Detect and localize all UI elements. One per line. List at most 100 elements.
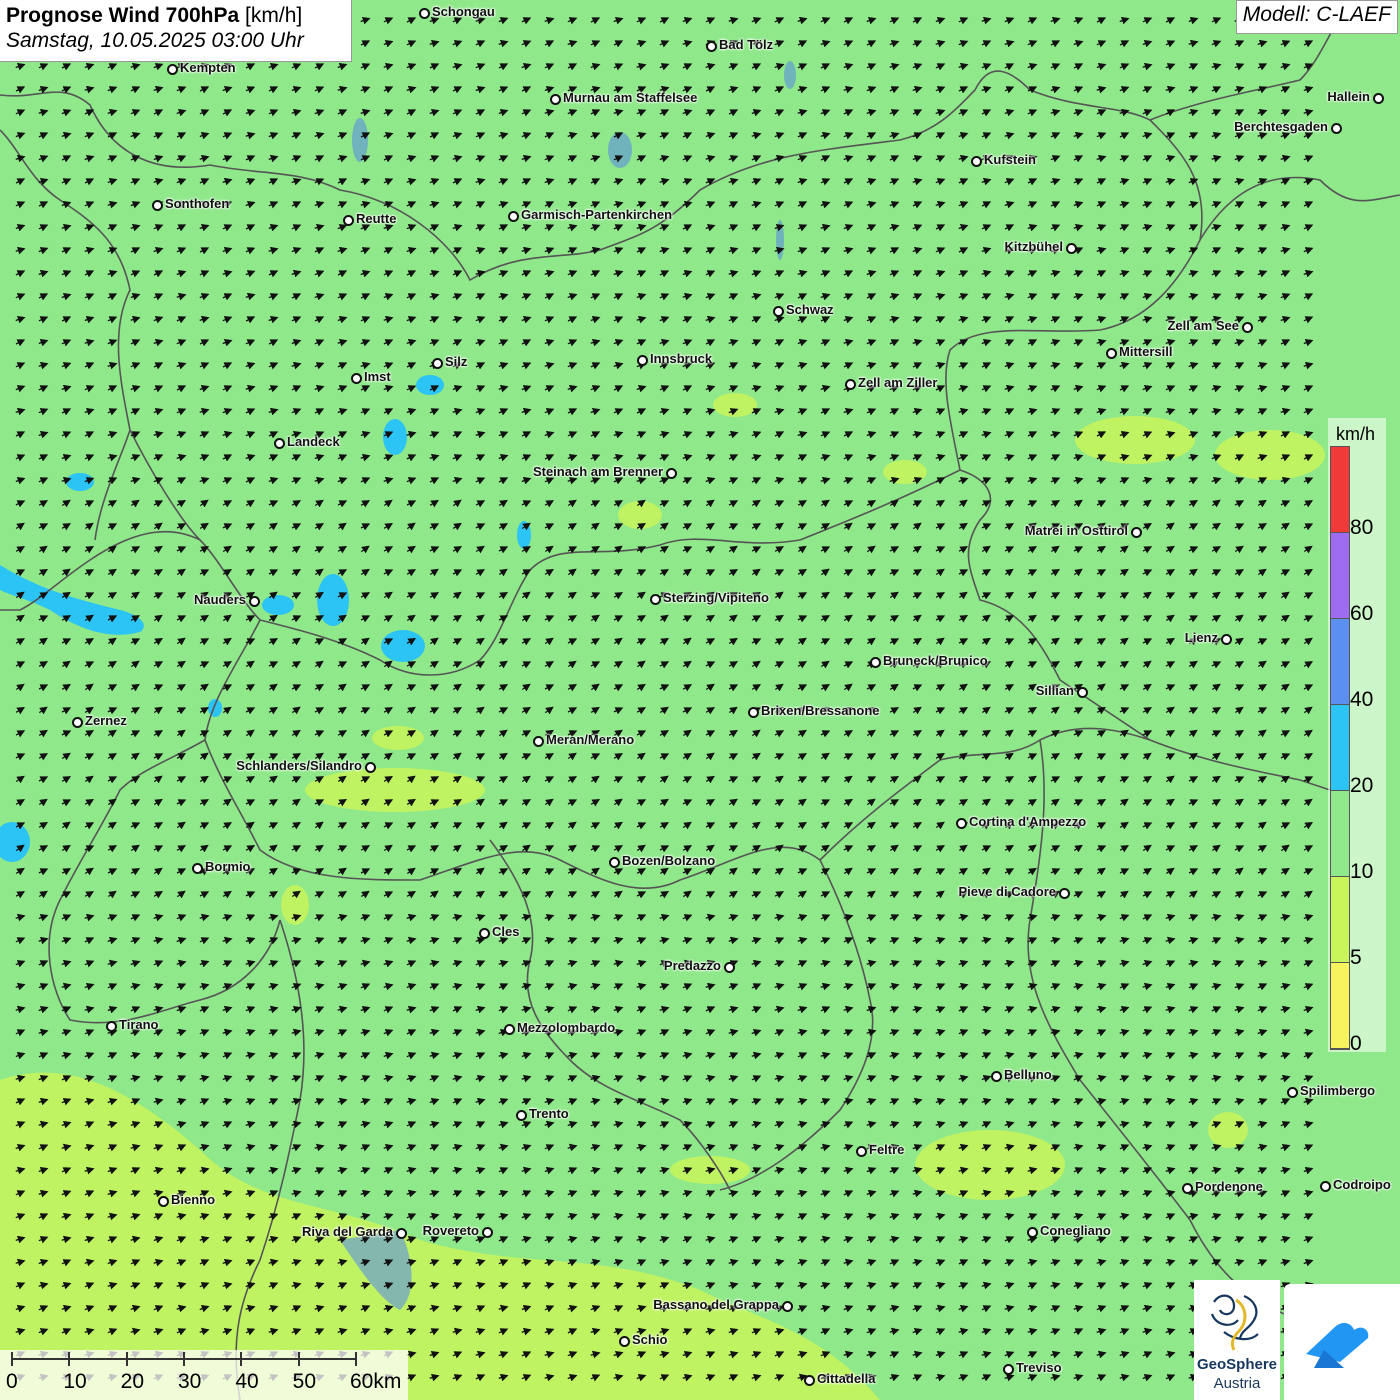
wind-arrow: [797, 16, 808, 25]
wind-arrow: [1234, 293, 1245, 301]
wind-arrow: [1004, 1259, 1015, 1267]
city-label: Nauders: [193, 592, 246, 607]
wind-arrow: [797, 684, 808, 692]
wind-arrow: [1004, 845, 1015, 853]
wind-arrow: [475, 1028, 486, 1037]
wind-arrow: [843, 960, 854, 968]
wind-arrow: [38, 201, 49, 209]
wind-arrow: [1165, 63, 1176, 71]
wind-arrow: [245, 914, 256, 922]
wind-arrow: [1027, 454, 1038, 462]
wind-arrow: [1004, 1212, 1015, 1221]
wind-arrow: [245, 362, 256, 370]
wind-arrow: [475, 545, 485, 554]
wind-arrow: [889, 1051, 900, 1060]
wind-arrow: [1004, 592, 1015, 600]
wind-arrow: [383, 178, 394, 186]
wind-arrow: [452, 1143, 463, 1152]
wind-arrow: [1211, 937, 1222, 945]
wind-arrow: [1280, 407, 1291, 416]
wind-arrow: [889, 362, 900, 370]
wind-arrow: [774, 17, 785, 25]
wind-arrow: [705, 937, 716, 945]
wind-arrow: [268, 661, 279, 669]
wind-arrow: [268, 1143, 279, 1152]
wind-arrow: [958, 86, 969, 94]
wind-arrow: [544, 1005, 555, 1014]
wind-arrow: [1211, 960, 1222, 968]
wind-arrow: [429, 1098, 440, 1106]
wind-arrow: [935, 1189, 946, 1198]
wind-arrow: [337, 270, 348, 278]
wind-arrow: [452, 638, 463, 646]
wind-arrow: [38, 684, 49, 692]
wind-arrow: [222, 316, 233, 324]
city-marker: [192, 863, 203, 874]
wind-arrow: [958, 775, 968, 784]
wind-arrow: [1165, 913, 1176, 922]
wind-arrow: [912, 822, 923, 830]
wind-arrow: [153, 430, 164, 439]
wind-arrow: [659, 1005, 670, 1014]
wind-arrow: [797, 1305, 808, 1313]
wind-arrow: [222, 177, 233, 186]
wind-arrow: [406, 500, 417, 508]
wind-arrow: [843, 1052, 854, 1060]
wind-arrow: [406, 1213, 417, 1221]
wind-arrow: [15, 707, 26, 715]
wind-arrow: [912, 638, 923, 646]
wind-arrow: [1188, 108, 1199, 117]
wind-arrow: [1004, 131, 1015, 140]
wind-arrow: [774, 522, 784, 531]
wind-arrow: [360, 16, 371, 25]
high-wind-patch: [0, 822, 30, 862]
wind-arrow: [337, 316, 348, 324]
wind-arrow: [659, 522, 669, 531]
wind-arrow: [728, 1213, 739, 1221]
map-title: Prognose Wind 700hPa [km/h]: [6, 4, 345, 28]
wind-arrow: [1050, 1097, 1061, 1106]
wind-arrow: [521, 315, 532, 324]
wind-arrow: [820, 476, 831, 485]
wind-arrow: [199, 454, 210, 462]
wind-arrow: [1050, 776, 1061, 784]
wind-arrow: [958, 17, 969, 25]
wind-arrow: [820, 1328, 831, 1336]
wind-arrow: [958, 1074, 969, 1083]
wind-arrow: [751, 1051, 762, 1060]
wind-arrow: [912, 338, 923, 347]
wind-arrow: [521, 40, 532, 48]
wind-arrow: [383, 315, 394, 324]
wind-arrow: [1280, 1074, 1291, 1083]
wind-arrow: [1096, 109, 1107, 117]
lakes: [340, 61, 796, 1310]
weather-app-logo[interactable]: [1284, 1284, 1400, 1400]
wind-arrow: [636, 384, 647, 393]
wind-arrow: [1280, 799, 1291, 807]
wind-arrow: [567, 1167, 578, 1175]
wind-arrow: [1004, 384, 1015, 393]
wind-arrow: [314, 1006, 325, 1014]
wind-arrow: [498, 983, 509, 991]
wind-arrow: [820, 39, 831, 48]
legend-bar: [1330, 446, 1350, 1050]
wind-arrow: [314, 454, 325, 462]
city-marker: [158, 1196, 169, 1207]
wind-arrow: [222, 362, 233, 370]
wind-arrow: [774, 454, 785, 462]
wind-arrow: [774, 62, 785, 71]
wind-arrow: [1004, 1051, 1015, 1060]
wind-arrow: [659, 1052, 670, 1060]
wind-arrow: [682, 39, 693, 48]
wind-arrow: [866, 637, 876, 646]
wind-arrow: [475, 40, 486, 48]
wind-arrow: [797, 293, 808, 301]
wind-arrow: [337, 891, 348, 899]
wind-arrow: [981, 684, 992, 692]
low-wind-patch: [713, 393, 757, 417]
geosphere-logo[interactable]: GeoSphere Austria: [1194, 1280, 1280, 1400]
wind-arrow: [245, 891, 256, 899]
wind-arrow: [1165, 1005, 1176, 1014]
wind-arrow: [1050, 16, 1061, 25]
wind-arrow: [590, 1235, 601, 1244]
